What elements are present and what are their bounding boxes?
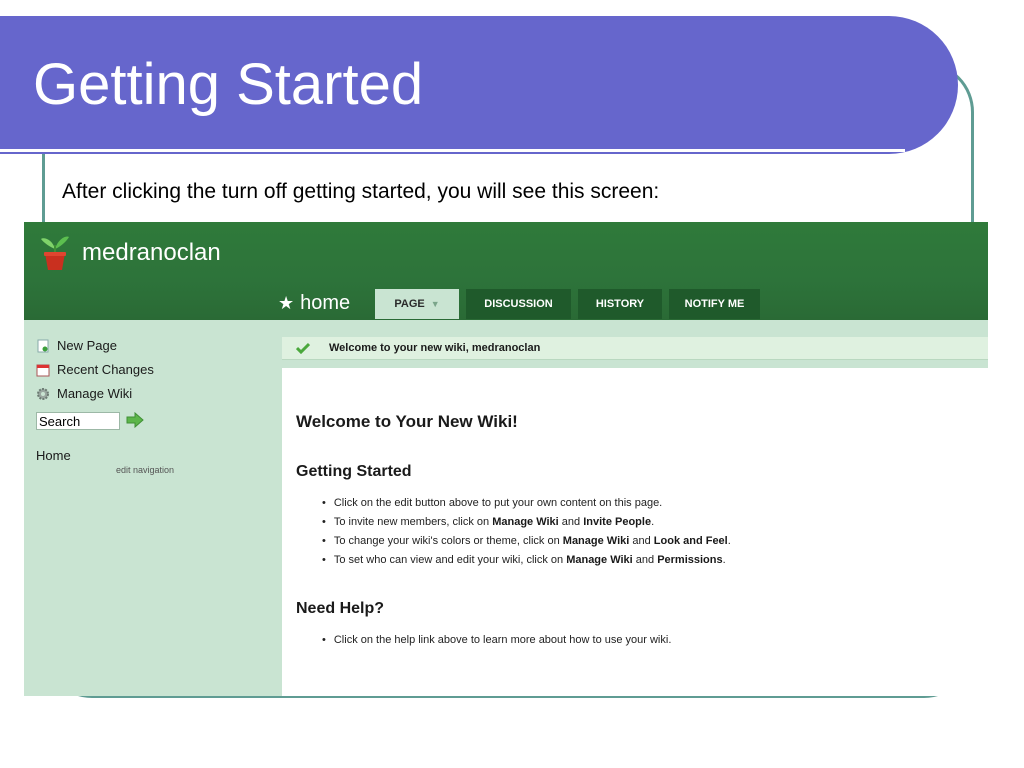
- home-link[interactable]: ★ home: [278, 292, 350, 315]
- slide-title: Getting Started: [33, 52, 424, 117]
- sidebar: New Page Recent Changes Manage Wiki Sear…: [24, 320, 280, 696]
- list-text: To invite new members, click on: [333, 516, 493, 528]
- list-emphasis: Manage Wiki: [562, 535, 630, 547]
- wiki-screenshot: medranoclan ★ home PAGE ▼ DISCUSSION HISTO…: [24, 222, 988, 696]
- wiki-content: Welcome to Your New Wiki! Getting Starte…: [282, 368, 988, 696]
- list-text: To set who can view and edit your wiki, …: [333, 554, 567, 566]
- frame-mask: [30, 700, 130, 720]
- list-emphasis: Manage Wiki: [492, 516, 559, 528]
- list-text: .: [651, 516, 655, 528]
- list-item: To change your wiki's colors or theme, c…: [322, 532, 731, 551]
- checkmark-icon: [296, 342, 310, 354]
- list-emphasis: Permissions: [657, 554, 723, 566]
- sidebar-item-label: New Page: [57, 338, 117, 353]
- sidebar-item-manage-wiki[interactable]: Manage Wiki: [36, 386, 132, 401]
- arrow-right-icon[interactable]: [125, 412, 145, 428]
- tab-history[interactable]: HISTORY: [578, 289, 662, 319]
- welcome-message: Welcome to your new wiki, medranoclan: [329, 342, 541, 354]
- getting-started-heading: Getting Started: [296, 463, 412, 480]
- home-label: home: [300, 292, 351, 314]
- welcome-notice: Welcome to your new wiki, medranoclan: [282, 337, 988, 360]
- wiki-header: medranoclan ★ home PAGE ▼ DISCUSSION HISTO…: [24, 222, 988, 320]
- list-text: .: [727, 535, 731, 547]
- list-text: and: [632, 554, 658, 566]
- sidebar-item-recent-changes[interactable]: Recent Changes: [36, 362, 154, 377]
- tab-label: HISTORY: [595, 298, 645, 310]
- list-emphasis: Invite People: [583, 516, 652, 528]
- sidebar-item-label: Recent Changes: [57, 362, 154, 377]
- sidebar-home-link[interactable]: Home: [36, 448, 71, 463]
- title-rule: [0, 149, 905, 152]
- plant-pot-icon: [41, 236, 69, 270]
- list-text: and: [629, 535, 654, 547]
- list-text: .: [722, 554, 726, 566]
- slide-title-bar: Getting Started: [0, 16, 958, 154]
- tab-page[interactable]: PAGE ▼: [375, 289, 459, 319]
- need-help-heading: Need Help?: [296, 600, 385, 617]
- tab-label: NOTIFY ME: [684, 298, 745, 310]
- calendar-icon: [36, 364, 50, 376]
- need-help-list: Click on the help link above to learn mo…: [322, 631, 672, 650]
- content-heading: Welcome to Your New Wiki!: [296, 412, 518, 431]
- list-emphasis: Manage Wiki: [566, 554, 633, 566]
- gear-icon: [37, 387, 49, 400]
- star-icon: ★: [278, 293, 295, 313]
- tab-discussion[interactable]: DISCUSSION: [466, 289, 571, 319]
- list-emphasis: Look and Feel: [653, 535, 728, 547]
- wiki-name[interactable]: medranoclan: [82, 239, 221, 267]
- list-item: Click on the help link above to learn mo…: [322, 631, 672, 650]
- list-text: To change your wiki's colors or theme, c…: [333, 535, 563, 547]
- slide-subtitle: After clicking the turn off getting star…: [62, 180, 660, 203]
- tab-notify-me[interactable]: NOTIFY ME: [669, 289, 760, 319]
- edit-navigation-link[interactable]: edit navigation: [116, 465, 174, 475]
- search-input[interactable]: Search: [36, 412, 120, 430]
- getting-started-list: Click on the edit button above to put yo…: [322, 494, 731, 570]
- new-page-icon: [37, 339, 49, 352]
- list-text: Click on the help link above to learn mo…: [333, 634, 672, 646]
- list-item: To invite new members, click on Manage W…: [322, 513, 731, 532]
- list-text: Click on the edit button above to put yo…: [333, 497, 663, 509]
- sidebar-item-new-page[interactable]: New Page: [36, 338, 117, 353]
- list-item: Click on the edit button above to put yo…: [322, 494, 731, 513]
- list-item: To set who can view and edit your wiki, …: [322, 551, 731, 570]
- tab-label: PAGE: [394, 298, 425, 310]
- caret-down-icon: ▼: [430, 299, 440, 309]
- sidebar-item-label: Manage Wiki: [57, 386, 133, 401]
- list-text: and: [558, 516, 584, 528]
- tab-label: DISCUSSION: [484, 298, 553, 310]
